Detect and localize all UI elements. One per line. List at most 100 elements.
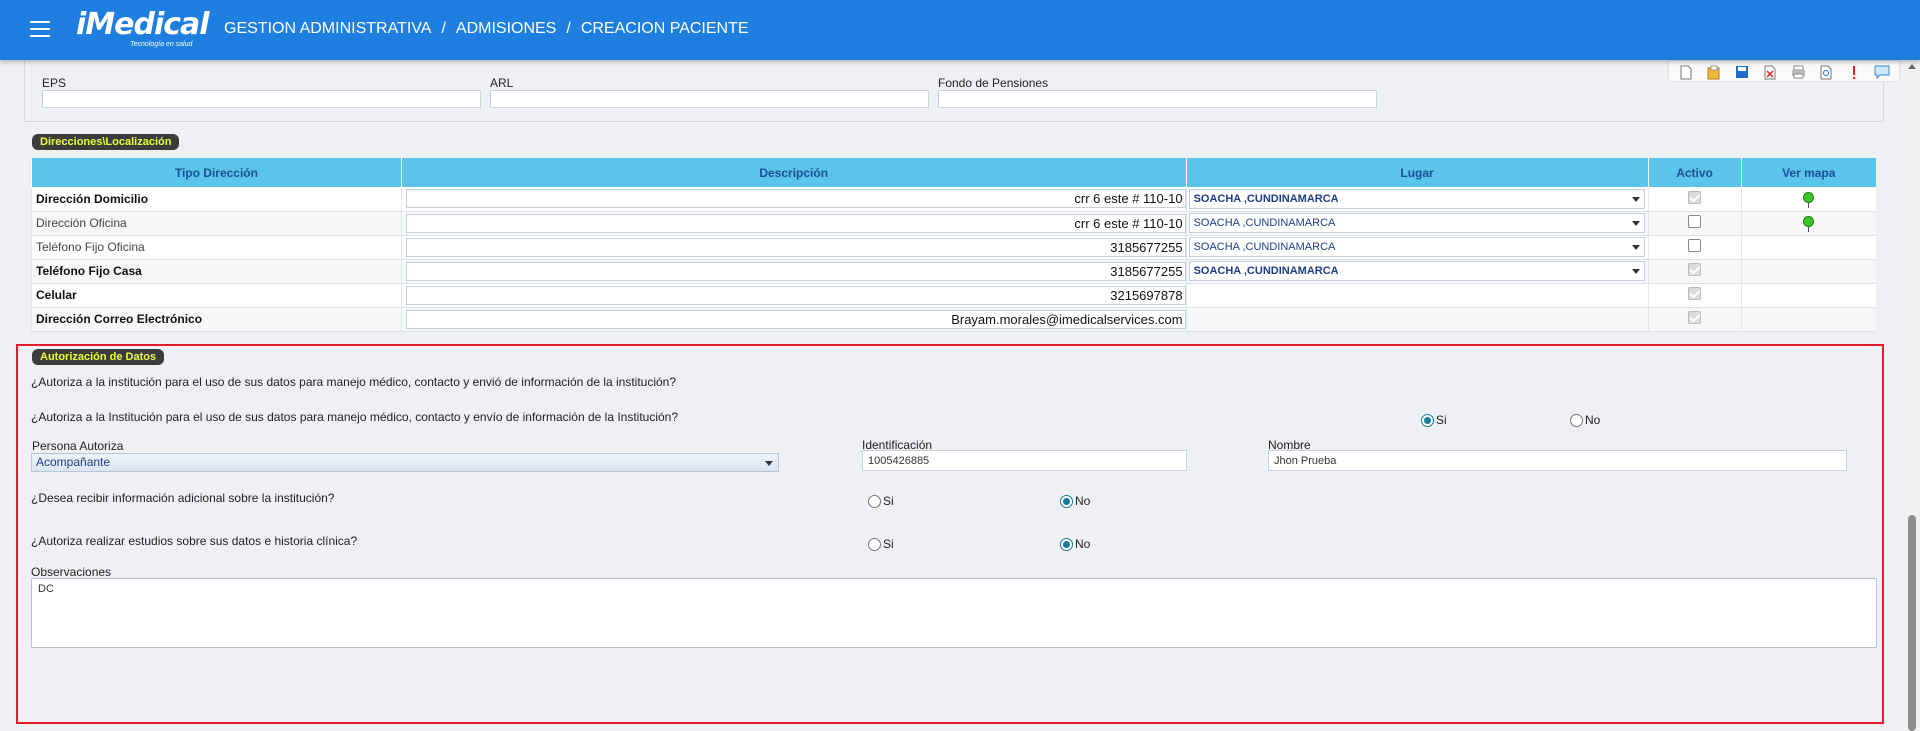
identificacion-field[interactable] bbox=[862, 450, 1187, 471]
q2-no-radio[interactable]: No bbox=[1570, 413, 1600, 427]
pension-field[interactable] bbox=[938, 90, 1377, 108]
description-cell: crr 6 este # 110-10 bbox=[400, 211, 1187, 236]
authorization-question-2: ¿Autoriza a la Institución para el uso d… bbox=[31, 410, 679, 424]
active-cell bbox=[1647, 211, 1742, 236]
description-cell: crr 6 este # 110-10 bbox=[400, 187, 1187, 212]
new-document-icon[interactable] bbox=[1675, 63, 1697, 81]
description-field[interactable]: 3185677255 bbox=[405, 237, 1186, 257]
scroll-up-arrow-icon[interactable] bbox=[1908, 64, 1916, 69]
preview-icon[interactable] bbox=[1815, 63, 1837, 81]
delete-icon[interactable] bbox=[1759, 63, 1781, 81]
description-field[interactable]: crr 6 este # 110-10 bbox=[405, 189, 1186, 209]
table-row: Teléfono Fijo Oficina 3185677255 SOACHA … bbox=[31, 235, 1876, 260]
table-row: Celular 3215697878 bbox=[31, 283, 1876, 308]
active-checkbox[interactable] bbox=[1688, 215, 1702, 228]
active-cell bbox=[1647, 307, 1742, 332]
toolbar bbox=[1668, 60, 1900, 82]
print-icon[interactable] bbox=[1787, 63, 1809, 81]
menu-icon[interactable] bbox=[30, 21, 50, 37]
radio-selected-icon bbox=[1060, 494, 1073, 508]
logo-tagline: Tecnología en salud bbox=[130, 41, 193, 48]
arl-label: ARL bbox=[490, 76, 514, 90]
active-checkbox bbox=[1688, 263, 1702, 276]
pension-label: Fondo de Pensiones bbox=[938, 76, 1049, 90]
observaciones-label: Observaciones bbox=[31, 565, 112, 579]
persona-autoriza-select[interactable]: Acompañante bbox=[31, 453, 779, 472]
authorization-section-title: Autorización de Datos bbox=[32, 349, 165, 365]
place-value: SOACHA ,CUNDINAMARCA bbox=[1193, 241, 1336, 253]
table-row: Dirección Domicilio crr 6 este # 110-10 … bbox=[31, 187, 1876, 212]
radio-selected-icon bbox=[1421, 413, 1434, 427]
active-checkbox bbox=[1688, 311, 1702, 324]
q4-no-radio[interactable]: No bbox=[1060, 537, 1090, 551]
place-cell bbox=[1185, 283, 1649, 308]
description-cell: 3215697878 bbox=[400, 283, 1187, 308]
map-pin-icon[interactable] bbox=[1803, 191, 1815, 208]
app-header: iMedical Tecnología en salud GESTION ADM… bbox=[0, 0, 1920, 60]
breadcrumb-separator: / bbox=[566, 20, 571, 37]
alert-icon[interactable] bbox=[1843, 63, 1865, 81]
place-value: SOACHA ,CUNDINAMARCA bbox=[1193, 217, 1336, 229]
direction-type: Teléfono Fijo Casa bbox=[31, 259, 402, 284]
description-cell: 3185677255 bbox=[400, 259, 1187, 284]
description-cell: Brayam.morales@imedicalservices.com bbox=[400, 307, 1187, 332]
radio-unselected-icon bbox=[868, 494, 881, 508]
description-field[interactable]: crr 6 este # 110-10 bbox=[405, 213, 1186, 233]
persona-autoriza-value: Acompañante bbox=[36, 455, 111, 469]
active-checkbox bbox=[1688, 190, 1702, 204]
place-select[interactable]: SOACHA ,CUNDINAMARCA bbox=[1188, 261, 1645, 281]
q3-no-radio[interactable]: No bbox=[1060, 494, 1090, 508]
comment-icon[interactable] bbox=[1871, 63, 1893, 81]
map-cell bbox=[1740, 307, 1876, 332]
column-header: Lugar bbox=[1185, 158, 1649, 187]
q3-yes-radio[interactable]: Si bbox=[868, 494, 894, 508]
arl-field[interactable] bbox=[490, 90, 929, 108]
main-content: EPS ARL Fondo de Pensiones Direcciones\L… bbox=[0, 60, 1904, 731]
q4-yes-radio[interactable]: Si bbox=[868, 537, 894, 551]
radio-label: No bbox=[1075, 537, 1091, 551]
place-select[interactable]: SOACHA ,CUNDINAMARCA bbox=[1188, 213, 1645, 233]
additional-info-question: ¿Desea recibir información adicional sob… bbox=[31, 491, 335, 505]
description-field[interactable]: Brayam.morales@imedicalservices.com bbox=[405, 309, 1186, 329]
description-cell: 3185677255 bbox=[400, 235, 1187, 260]
directions-table: Tipo Dirección Descripción Lugar Activo … bbox=[31, 158, 1876, 332]
active-cell bbox=[1647, 187, 1742, 212]
direction-type: Celular bbox=[31, 283, 402, 308]
chevron-down-icon bbox=[1631, 221, 1640, 226]
chevron-down-icon bbox=[1631, 245, 1640, 250]
place-value: SOACHA ,CUNDINAMARCA bbox=[1193, 192, 1339, 205]
description-field[interactable]: 3215697878 bbox=[405, 285, 1186, 305]
column-header: Tipo Dirección bbox=[31, 158, 402, 187]
map-pin-icon[interactable] bbox=[1803, 216, 1815, 232]
open-folder-icon[interactable] bbox=[1703, 63, 1725, 81]
map-cell bbox=[1740, 211, 1876, 236]
vertical-scrollbar[interactable] bbox=[1904, 60, 1920, 731]
scrollbar-thumb[interactable] bbox=[1908, 515, 1916, 731]
chevron-down-icon bbox=[1631, 196, 1640, 202]
logo-text: iMedical bbox=[76, 7, 210, 42]
breadcrumb-separator: / bbox=[441, 20, 446, 37]
affiliation-card: EPS ARL Fondo de Pensiones bbox=[24, 60, 1884, 122]
place-cell bbox=[1185, 307, 1649, 332]
description-field[interactable]: 3185677255 bbox=[405, 261, 1186, 281]
q2-yes-radio[interactable]: Si bbox=[1421, 413, 1447, 427]
breadcrumb-item[interactable]: ADMISIONES bbox=[456, 20, 556, 38]
radio-label: Si bbox=[883, 494, 894, 508]
breadcrumb-item[interactable]: GESTION ADMINISTRATIVA bbox=[224, 20, 431, 38]
table-header-row: Tipo Dirección Descripción Lugar Activo … bbox=[31, 158, 1876, 187]
column-header: Ver mapa bbox=[1740, 158, 1876, 187]
place-select[interactable]: SOACHA ,CUNDINAMARCA bbox=[1188, 188, 1645, 209]
nombre-field[interactable] bbox=[1268, 450, 1847, 471]
save-icon[interactable] bbox=[1731, 63, 1753, 81]
observaciones-textarea[interactable]: DC bbox=[31, 578, 1877, 648]
place-select[interactable]: SOACHA ,CUNDINAMARCA bbox=[1188, 237, 1645, 257]
direction-type: Dirección Correo Electrónico bbox=[31, 307, 402, 332]
radio-label: No bbox=[1075, 494, 1091, 508]
column-header: Descripción bbox=[400, 158, 1187, 187]
chevron-down-icon bbox=[765, 461, 773, 466]
logo: iMedical Tecnología en salud bbox=[76, 7, 210, 49]
active-checkbox[interactable] bbox=[1688, 239, 1702, 252]
radio-label: Si bbox=[1436, 413, 1447, 427]
eps-field[interactable] bbox=[42, 90, 481, 108]
column-header: Activo bbox=[1647, 158, 1742, 187]
